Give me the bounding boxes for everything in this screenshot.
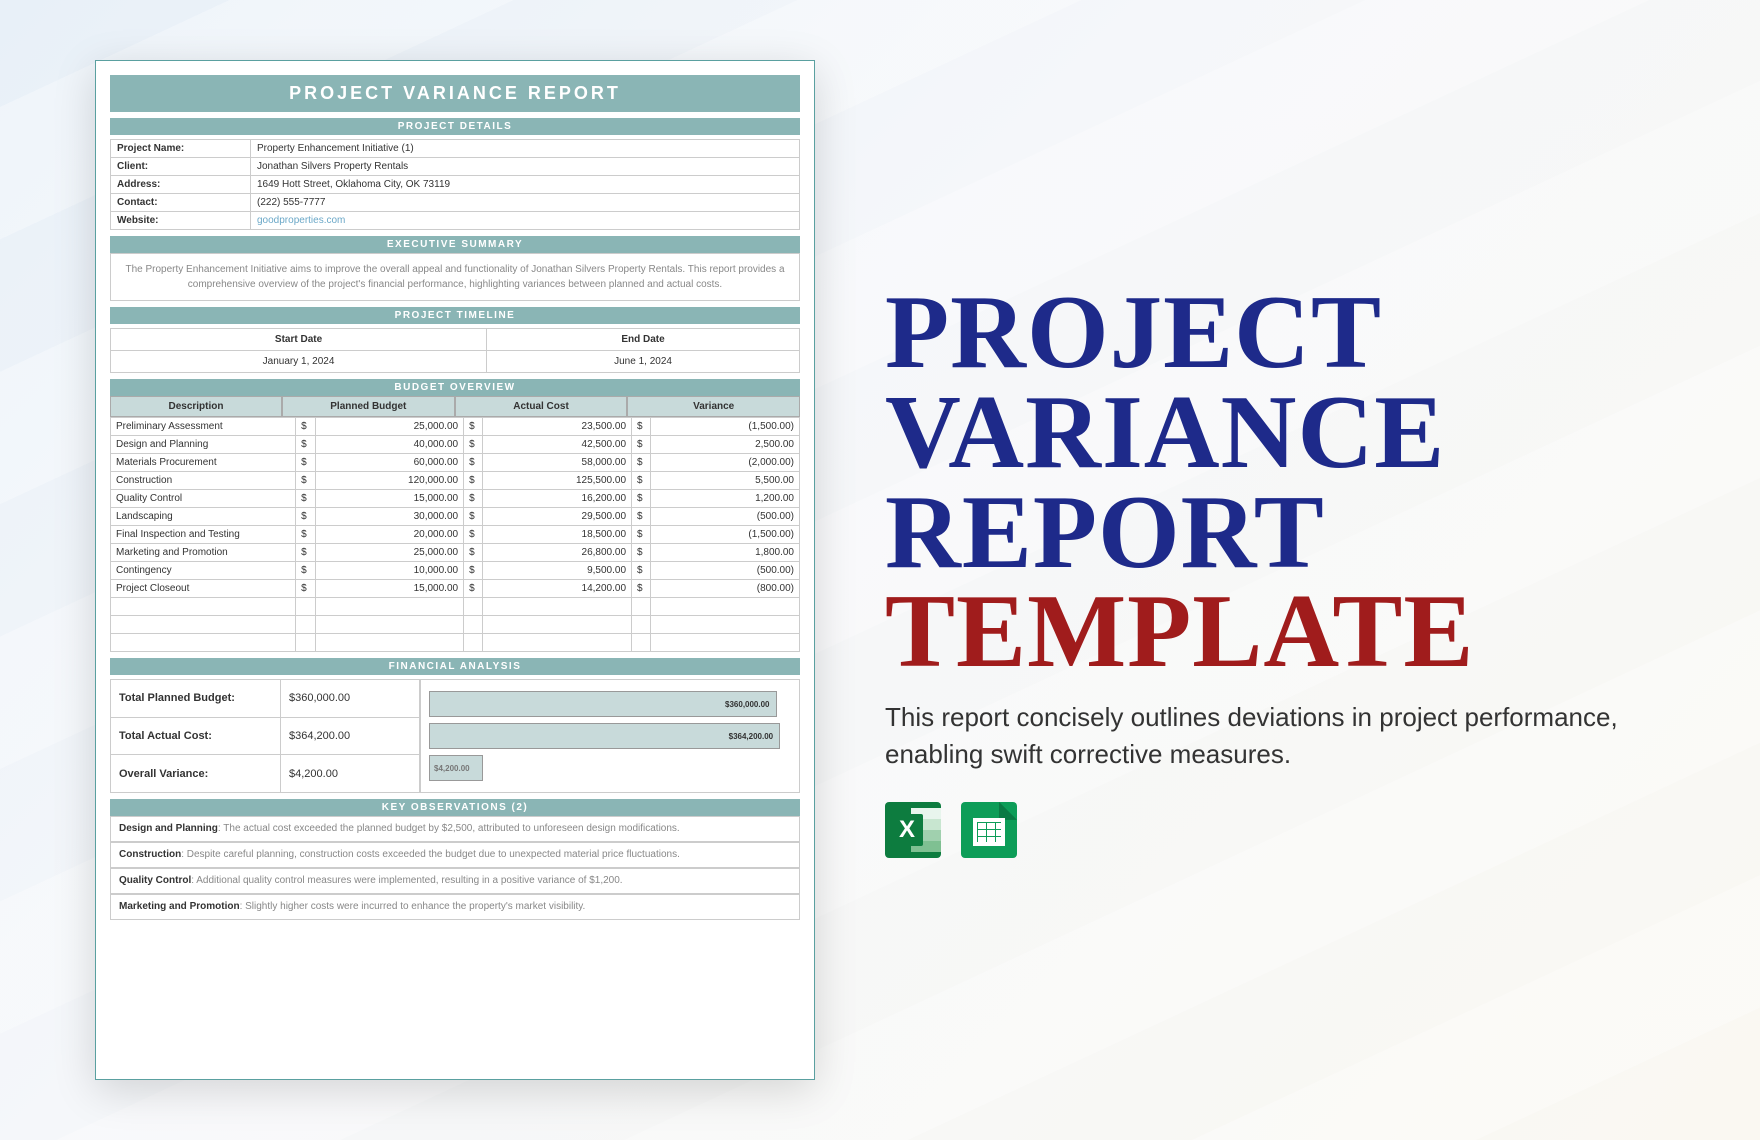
budget-header: Description Planned Budget Actual Cost V… [110, 396, 800, 417]
table-row: Project Closeout$15,000.00$14,200.00$(80… [111, 580, 800, 598]
section-timeline: PROJECT TIMELINE [110, 307, 800, 324]
observation-item: Quality Control: Additional quality cont… [110, 868, 800, 894]
financial-bar-chart: $360,000.00 $364,200.00 $4,200.00 [420, 679, 800, 793]
table-row: Construction$120,000.00$125,500.00$5,500… [111, 472, 800, 490]
google-sheets-icon [961, 802, 1017, 858]
table-row: Design and Planning$40,000.00$42,500.00$… [111, 436, 800, 454]
budget-table: Preliminary Assessment$25,000.00$23,500.… [110, 417, 800, 652]
section-executive-summary: EXECUTIVE SUMMARY [110, 236, 800, 253]
financial-summary-table: Total Planned Budget:$360,000.00 Total A… [110, 679, 420, 793]
excel-icon: X [885, 802, 941, 858]
section-budget: BUDGET OVERVIEW [110, 379, 800, 396]
table-row [111, 598, 800, 616]
side-description: This report concisely outlines deviation… [885, 699, 1665, 772]
table-row: Marketing and Promotion$25,000.00$26,800… [111, 544, 800, 562]
observation-item: Construction: Despite careful planning, … [110, 842, 800, 868]
observations-list: Design and Planning: The actual cost exc… [110, 816, 800, 920]
table-row: Preliminary Assessment$25,000.00$23,500.… [111, 418, 800, 436]
executive-summary-text: The Property Enhancement Initiative aims… [110, 253, 800, 301]
observation-item: Marketing and Promotion: Slightly higher… [110, 894, 800, 920]
table-row: Contingency$10,000.00$9,500.00$(500.00) [111, 562, 800, 580]
table-row: Materials Procurement$60,000.00$58,000.0… [111, 454, 800, 472]
table-row: Final Inspection and Testing$20,000.00$1… [111, 526, 800, 544]
doc-title: PROJECT VARIANCE REPORT [110, 75, 800, 112]
timeline-table: Start DateEnd Date January 1, 2024June 1… [110, 328, 800, 373]
table-row [111, 634, 800, 652]
headline-line4: TEMPLATE [885, 572, 1474, 689]
table-row [111, 616, 800, 634]
section-financial: FINANCIAL ANALYSIS [110, 658, 800, 675]
section-project-details: PROJECT DETAILS [110, 118, 800, 135]
project-details-table: Project Name:Property Enhancement Initia… [110, 139, 800, 230]
side-panel: PROJECT VARIANCE REPORT TEMPLATE This re… [885, 282, 1665, 858]
table-row: Landscaping$30,000.00$29,500.00$(500.00) [111, 508, 800, 526]
table-row: Quality Control$15,000.00$16,200.00$1,20… [111, 490, 800, 508]
section-observations: KEY OBSERVATIONS (2) [110, 799, 800, 816]
document-preview: PROJECT VARIANCE REPORT PROJECT DETAILS … [95, 60, 815, 1080]
observation-item: Design and Planning: The actual cost exc… [110, 816, 800, 842]
